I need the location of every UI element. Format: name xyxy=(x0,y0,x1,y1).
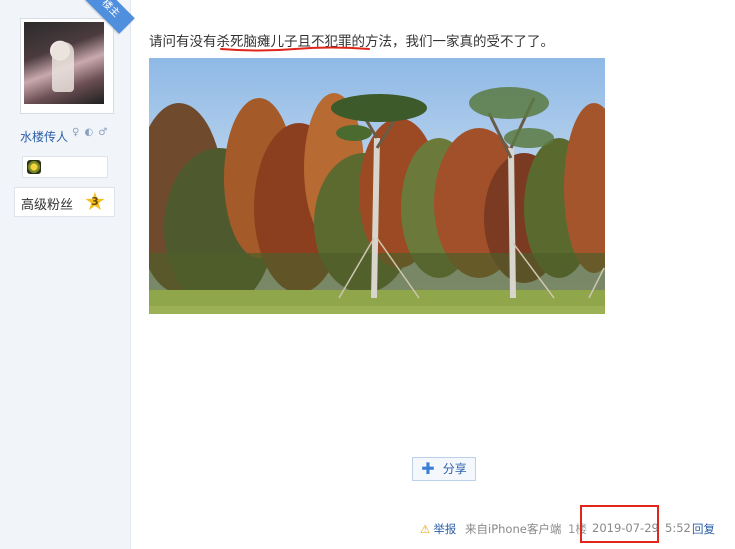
post-text-after: 的方法，我们一家真的受不了了。 xyxy=(351,34,555,50)
gender-icon: ♀ ◐ ♂ xyxy=(72,127,109,138)
rank-box[interactable]: 高级粉丝 ★ 3 xyxy=(14,187,115,217)
red-box-annotation xyxy=(580,505,659,543)
medal-box xyxy=(22,156,108,178)
share-button[interactable]: ✚ 分享 xyxy=(412,457,476,481)
source-label: 来自iPhone客户端 xyxy=(465,522,562,536)
post-time: 5:52 xyxy=(665,521,691,535)
username-link[interactable]: 水楼传人 xyxy=(20,128,68,145)
share-plus-icon: ✚ xyxy=(421,459,435,478)
report-label: 举报 xyxy=(433,522,457,536)
medal-icon[interactable] xyxy=(27,160,41,174)
avatar-frame[interactable] xyxy=(20,18,114,114)
reply-link[interactable]: 回复 xyxy=(692,521,715,537)
avatar[interactable] xyxy=(24,22,104,104)
forest-landscape-image xyxy=(149,58,605,314)
rank-level: 3 xyxy=(91,195,99,208)
report-link[interactable]: ⚠ 举报 xyxy=(420,521,456,537)
user-sidebar: 楼主 水楼传人 ♀ ◐ ♂ 高级粉丝 ★ 3 xyxy=(0,0,135,549)
post-image[interactable] xyxy=(149,58,605,314)
rank-label: 高级粉丝 xyxy=(21,198,74,213)
red-underline-annotation xyxy=(220,46,370,52)
share-label: 分享 xyxy=(442,462,467,476)
warning-icon: ⚠ xyxy=(420,522,431,536)
post-text-before: 请问有没有 xyxy=(149,34,217,50)
